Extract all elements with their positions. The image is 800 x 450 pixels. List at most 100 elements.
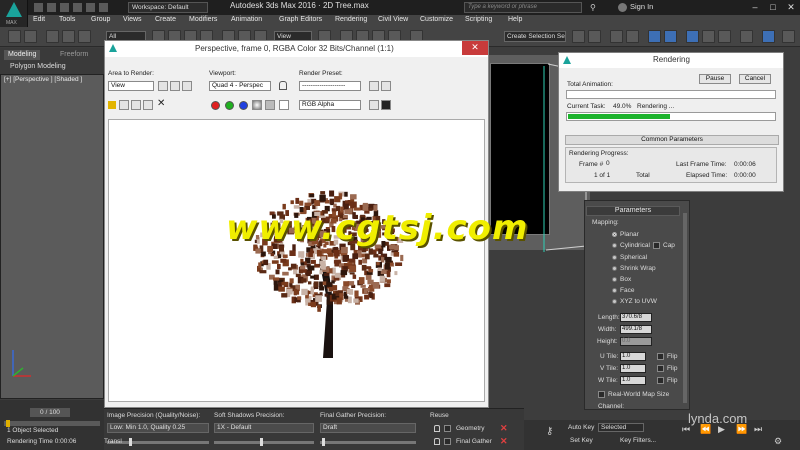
geometry-checkbox[interactable]: [444, 425, 451, 432]
lock-final-gather-icon[interactable]: [434, 438, 440, 445]
render-preset-dropdown[interactable]: --------------------: [299, 81, 361, 91]
image-precision-field[interactable]: Low: Min 1.0, Quality 0.25: [107, 423, 209, 433]
radio-face[interactable]: [612, 288, 617, 293]
menu-modifiers[interactable]: Modifiers: [189, 16, 217, 23]
soft-shadows-field[interactable]: 1X - Default: [214, 423, 314, 433]
menu-animation[interactable]: Animation: [231, 16, 262, 23]
render-production-icon[interactable]: [740, 30, 753, 43]
soft-shadows-slider[interactable]: [214, 438, 314, 446]
undo-icon[interactable]: [73, 3, 82, 12]
named-selection-set-dropdown[interactable]: Create Selection Se: [504, 31, 566, 42]
app-logo-button[interactable]: MAX: [0, 0, 28, 30]
open-icon[interactable]: [47, 3, 56, 12]
schematic-view-icon[interactable]: [664, 30, 677, 43]
close-app-button[interactable]: ✕: [782, 0, 800, 15]
viewport-label[interactable]: [+] [Perspective ] [Shaded ]: [4, 76, 82, 83]
u-tile-field[interactable]: 1.0: [620, 352, 646, 361]
key-filters-button[interactable]: Key Filters...: [620, 437, 656, 444]
align-icon[interactable]: [588, 30, 601, 43]
tab-modeling[interactable]: Modeling: [4, 50, 41, 60]
height-field[interactable]: 0.0: [620, 337, 652, 346]
go-to-end-icon[interactable]: ⏭: [754, 424, 762, 435]
panel-scrollbar[interactable]: [683, 213, 687, 403]
toggle-ui-icon[interactable]: [381, 100, 391, 110]
menu-scripting[interactable]: Scripting: [465, 16, 492, 23]
curve-editor-icon[interactable]: [648, 30, 661, 43]
render-setup-icon[interactable]: [369, 81, 379, 91]
workspace-dropdown[interactable]: Workspace: Default: [128, 2, 208, 13]
clear-final-gather-icon[interactable]: ✕: [500, 437, 508, 446]
final-gather-checkbox[interactable]: [444, 438, 451, 445]
perspective-viewport[interactable]: [0, 74, 104, 399]
minimize-button[interactable]: –: [746, 0, 764, 15]
ribbon-subpanel-label[interactable]: Polygon Modeling: [10, 63, 66, 70]
project-folder-icon[interactable]: [99, 3, 108, 12]
u-flip-checkbox[interactable]: [657, 353, 664, 360]
sign-in-button[interactable]: Sign In: [630, 2, 653, 11]
menu-edit[interactable]: Edit: [33, 16, 45, 23]
key-mode-dropdown[interactable]: Selected: [598, 423, 644, 432]
menu-tools[interactable]: Tools: [59, 16, 75, 23]
material-editor-icon[interactable]: [686, 30, 699, 43]
binoculars-icon[interactable]: ⚲: [590, 3, 600, 12]
width-field[interactable]: 499.1/8: [620, 325, 652, 334]
toggle-ui-overlay-icon[interactable]: [369, 100, 379, 110]
display-channel-dropdown[interactable]: RGB Alpha: [299, 100, 361, 110]
radio-spherical[interactable]: [612, 255, 617, 260]
menu-views[interactable]: Views: [123, 16, 142, 23]
redo-icon[interactable]: [24, 30, 37, 43]
monochrome-icon[interactable]: [265, 100, 275, 110]
pause-button[interactable]: Pause: [699, 74, 731, 84]
redo-icon[interactable]: [86, 3, 95, 12]
menu-civil-view[interactable]: Civil View: [378, 16, 408, 23]
time-slider[interactable]: 0 / 100: [30, 408, 70, 417]
print-image-icon[interactable]: [143, 100, 153, 110]
red-channel-toggle[interactable]: [211, 101, 220, 110]
menu-help[interactable]: Help: [508, 16, 522, 23]
parameters-rollout-header[interactable]: Parameters: [586, 206, 680, 216]
menu-group[interactable]: Group: [91, 16, 110, 23]
viewport-dropdown[interactable]: Quad 4 - Perspec: [209, 81, 271, 91]
link-icon[interactable]: [46, 30, 59, 43]
render-window-close-button[interactable]: ✕: [462, 41, 488, 55]
menu-rendering[interactable]: Rendering: [335, 16, 367, 23]
radio-shrink-wrap[interactable]: [612, 266, 617, 271]
layer-explorer-icon[interactable]: [626, 30, 639, 43]
cancel-button[interactable]: Cancel: [739, 74, 771, 84]
blue-channel-toggle[interactable]: [239, 101, 248, 110]
undo-icon[interactable]: [8, 30, 21, 43]
copy-image-icon[interactable]: [119, 100, 129, 110]
clear-icon[interactable]: ✕: [157, 98, 165, 109]
common-parameters-rollout[interactable]: Common Parameters: [565, 135, 779, 145]
length-field[interactable]: 370.6/8: [620, 313, 652, 322]
radio-xyz-to-uvw[interactable]: [612, 299, 617, 304]
mirror-icon[interactable]: [572, 30, 585, 43]
maximize-button[interactable]: □: [764, 0, 782, 15]
bind-space-warp-icon[interactable]: [78, 30, 91, 43]
lock-geometry-icon[interactable]: [434, 425, 440, 432]
key-icon[interactable]: ⚷: [546, 426, 553, 437]
w-flip-checkbox[interactable]: [657, 377, 664, 384]
v-tile-field[interactable]: 1.0: [620, 364, 646, 373]
menu-graph-editors[interactable]: Graph Editors: [279, 16, 322, 23]
tab-freeform[interactable]: Freeform: [56, 50, 92, 60]
menu-customize[interactable]: Customize: [420, 16, 453, 23]
render-teapot-icon[interactable]: [782, 30, 795, 43]
save-image-icon[interactable]: [108, 101, 116, 109]
new-icon[interactable]: [34, 3, 43, 12]
w-tile-field[interactable]: 1.0: [620, 376, 646, 385]
final-gather-precision-field[interactable]: Draft: [320, 423, 416, 433]
final-gather-slider[interactable]: [320, 438, 416, 446]
rendered-frame-window-icon[interactable]: [718, 30, 731, 43]
clone-frame-icon[interactable]: [131, 100, 141, 110]
rendered-image-canvas[interactable]: [108, 119, 485, 402]
menu-create[interactable]: Create: [155, 16, 176, 23]
render-setup-icon[interactable]: [702, 30, 715, 43]
real-world-map-checkbox[interactable]: [598, 391, 605, 398]
cap-checkbox[interactable]: [653, 242, 660, 249]
radio-box[interactable]: [612, 277, 617, 282]
radio-cylindrical[interactable]: [612, 243, 617, 248]
search-input[interactable]: Type a keyword or phrase: [464, 2, 582, 13]
save-icon[interactable]: [60, 3, 69, 12]
image-precision-slider[interactable]: [107, 438, 209, 446]
